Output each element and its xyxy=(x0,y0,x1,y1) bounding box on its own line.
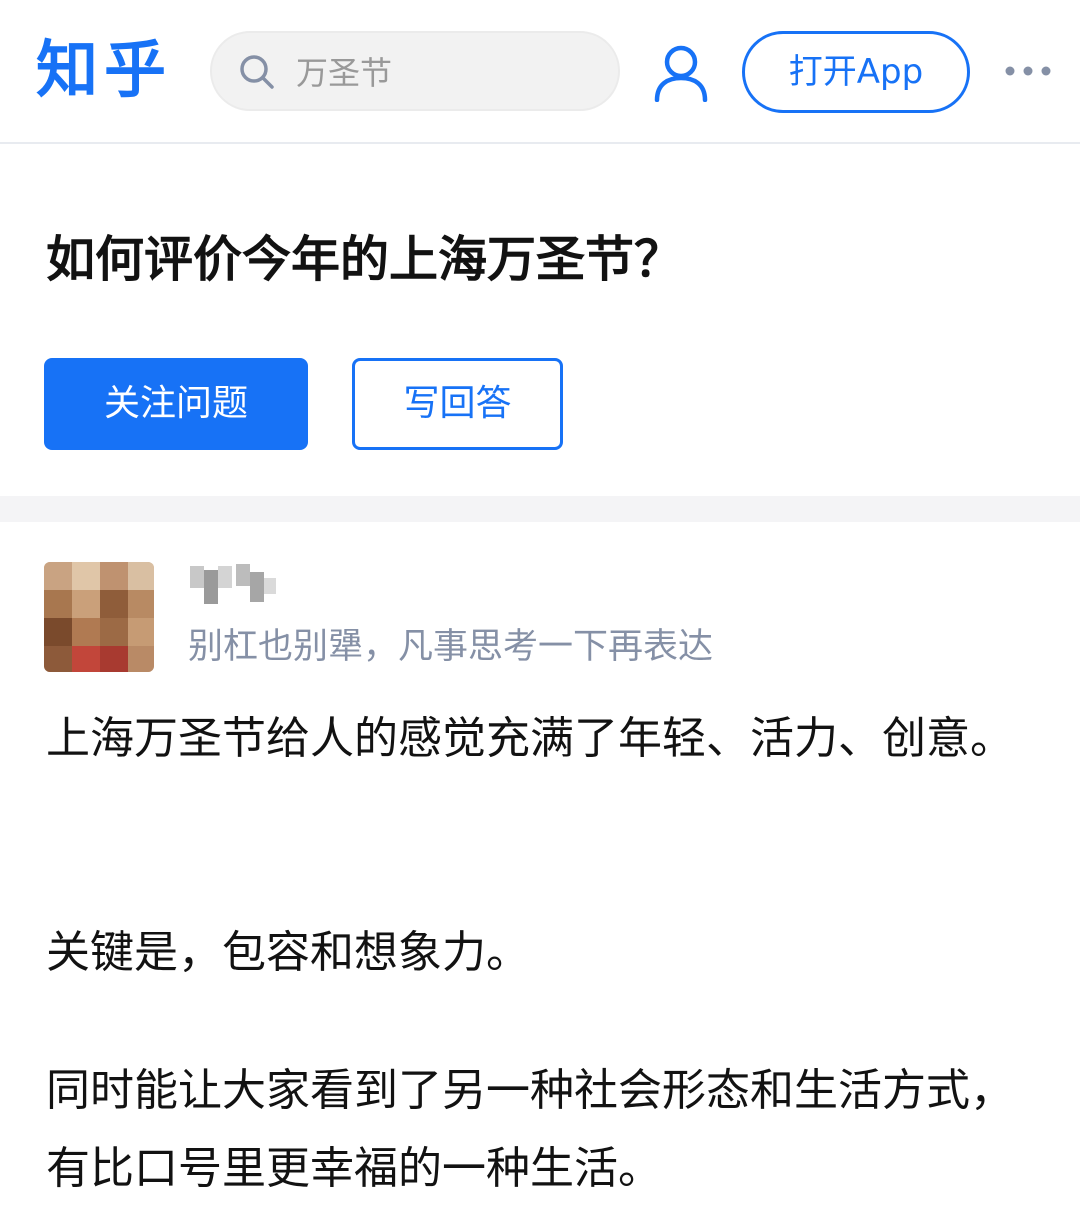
user-icon[interactable] xyxy=(652,44,710,102)
zhihu-logo[interactable]: 知乎 xyxy=(36,30,172,110)
answer-paragraph: 上海万圣节给人的感觉充满了年轻、活力、创意。 xyxy=(46,713,1014,764)
avatar[interactable] xyxy=(44,562,154,672)
question-title[interactable]: 如何评价今年的上海万圣节？ xyxy=(46,226,683,294)
top-header: 知乎 万圣节 打开App xyxy=(0,0,1080,144)
answer-paragraph: 同时能让大家看到了另一种社会形态和生活方式，有比口号里更幸福的一种生活。 xyxy=(46,1065,1014,1194)
search-input[interactable]: 万圣节 xyxy=(296,51,596,95)
follow-question-button[interactable]: 关注问题 xyxy=(44,358,308,450)
open-app-button[interactable]: 打开App xyxy=(742,31,970,113)
search-icon xyxy=(240,55,274,89)
section-divider xyxy=(0,496,1080,522)
author-bio: 别杠也别犟，凡事思考一下再表达 xyxy=(188,627,714,667)
search-bar[interactable]: 万圣节 xyxy=(210,31,620,111)
answer-paragraph: 关键是，包容和想象力。 xyxy=(46,927,530,978)
write-answer-button[interactable]: 写回答 xyxy=(352,358,563,450)
question-card: 如何评价今年的上海万圣节？ 关注问题 写回答 xyxy=(0,146,1080,496)
author-name-blurred[interactable] xyxy=(188,562,278,608)
more-icon[interactable] xyxy=(1004,64,1052,78)
